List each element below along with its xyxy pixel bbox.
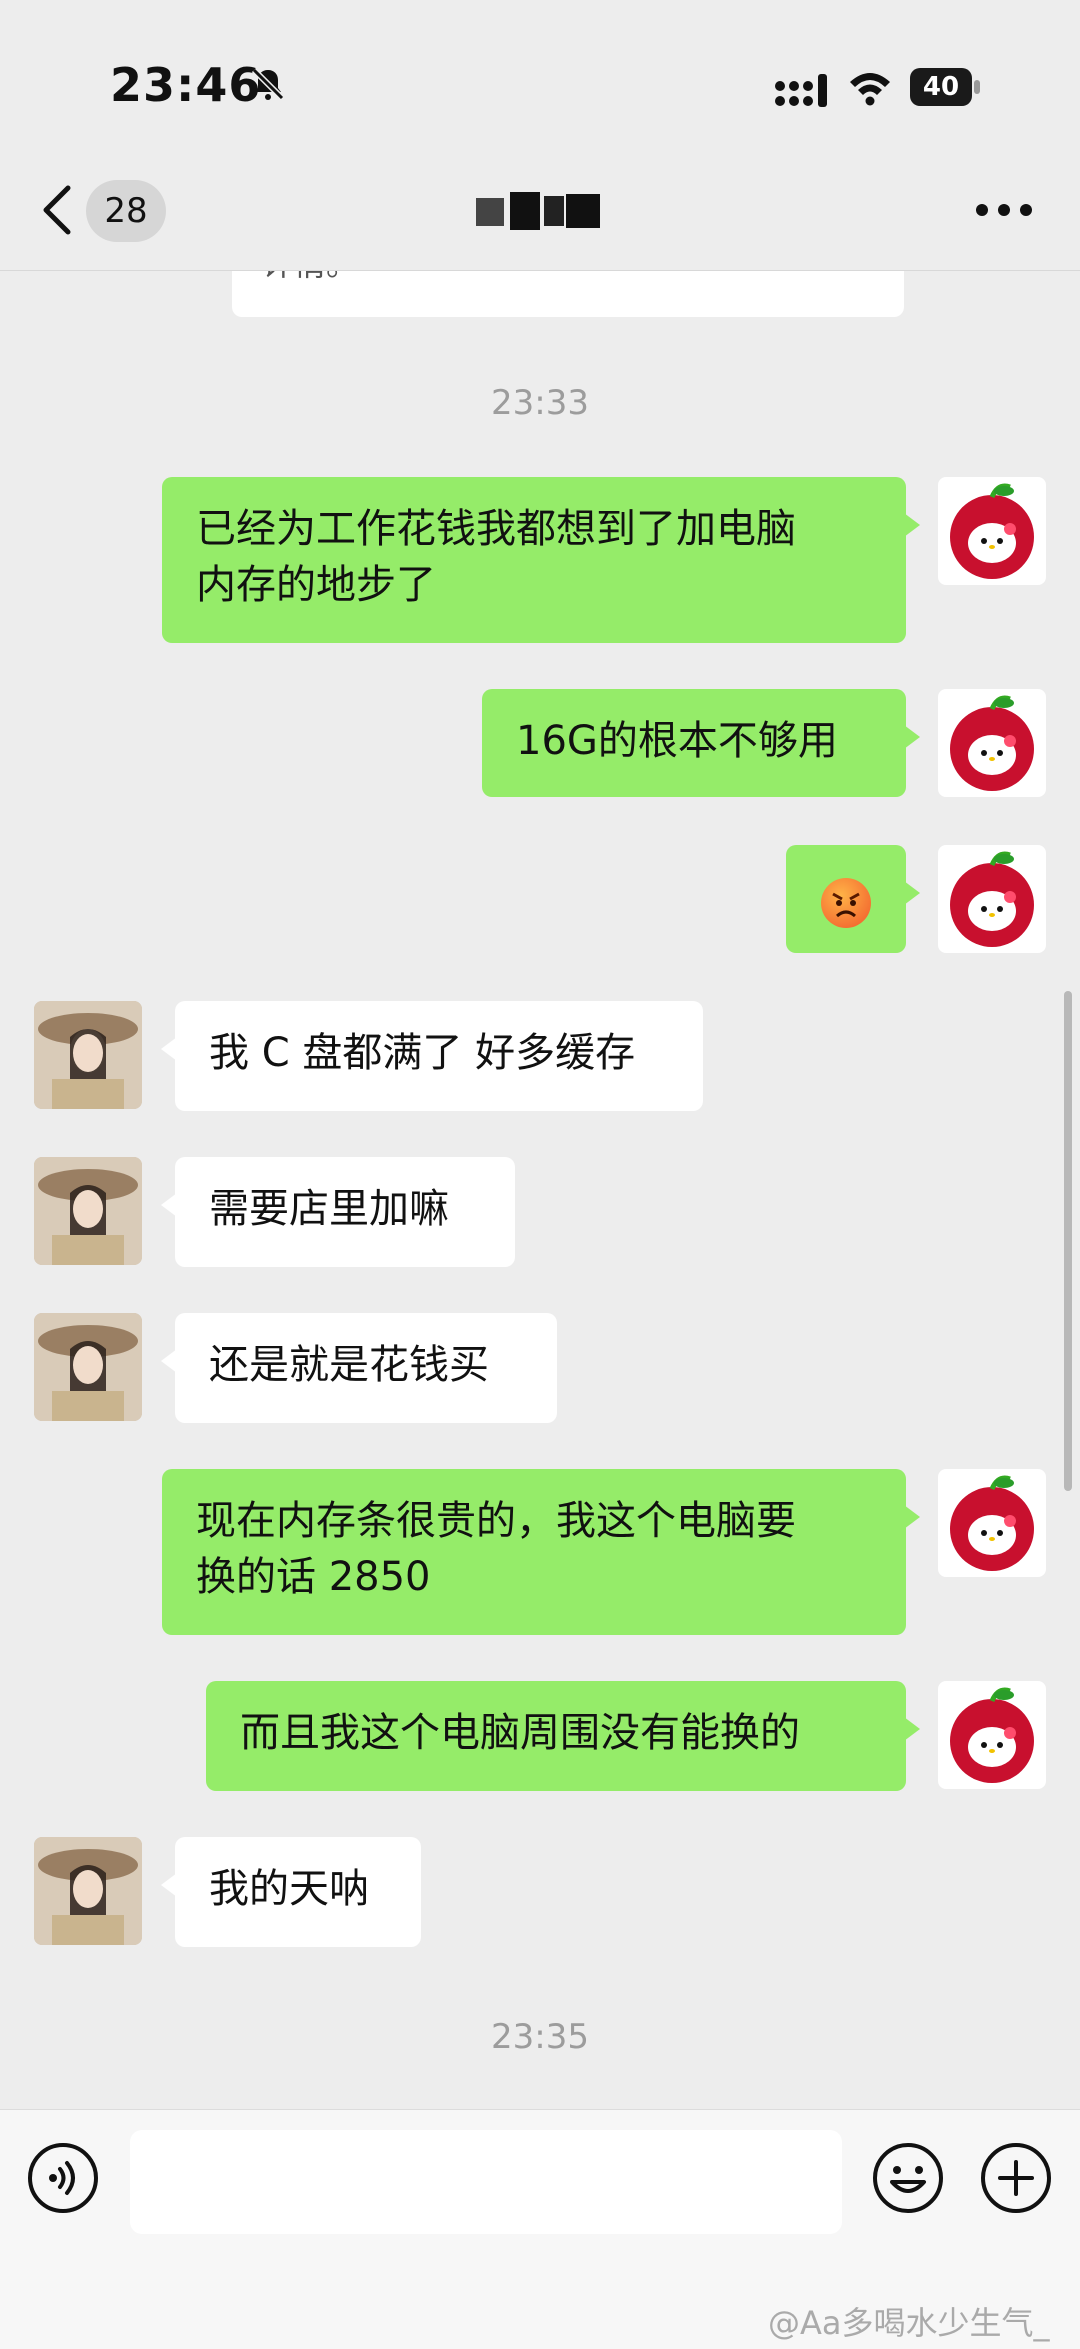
hello-kitty-apple-icon [950,1687,1034,1783]
message-bubble[interactable]: 而且我这个电脑周围没有能换的 [206,1681,920,1791]
chat-header: 28 [0,150,1080,271]
message-input[interactable] [130,2130,842,2234]
message-line: 还是就是花钱买 [209,1342,489,1388]
avatar[interactable] [34,1313,142,1421]
input-bar: @Aa多喝水少生气_ [0,2109,1080,2349]
message-line: 需要店里加嘛 [209,1186,449,1232]
message-bubble[interactable]: 现在内存条很贵的，我这个电脑要 换的话 2850 [162,1469,920,1635]
previous-message-text: 详情。 [262,271,358,285]
message-line: 而且我这个电脑周围没有能换的 [240,1710,800,1756]
message-row [0,845,1080,953]
avatar[interactable] [938,689,1046,797]
wifi-icon [850,73,890,106]
bell-slash-icon [251,67,285,101]
message-line: 内存的地步了 [196,562,436,608]
more-options-button[interactable] [976,204,1032,218]
redacted-name-block [476,192,600,230]
contact-photo-icon [34,1313,142,1421]
message-bubble[interactable]: 16G的根本不够用 [482,689,920,797]
message-line: 我的天呐 [209,1866,369,1912]
contact-photo-icon [34,1001,142,1109]
angry-face-emoji [821,878,871,928]
message-line: 已经为工作花钱我都想到了加电脑 [196,506,796,552]
contact-photo-icon [34,1837,142,1945]
hello-kitty-apple-icon [950,1475,1034,1571]
message-row: 16G的根本不够用 [0,689,1080,797]
avatar[interactable] [938,1681,1046,1789]
message-row: 已经为工作花钱我都想到了加电脑 内存的地步了 [0,477,1080,643]
message-line: 换的话 2850 [196,1554,431,1600]
unread-count-badge[interactable]: 28 [86,180,166,242]
contact-photo-icon [34,1157,142,1265]
message-row: 还是就是花钱买 [0,1313,1080,1423]
voice-icon[interactable] [27,2142,99,2214]
hello-kitty-apple-icon [950,851,1034,947]
avatar[interactable] [34,1001,142,1109]
message-row: 现在内存条很贵的，我这个电脑要 换的话 2850 [0,1469,1080,1635]
message-bubble[interactable]: 我的天呐 [161,1837,421,1947]
status-bar: 23:46 40 [0,0,1080,150]
avatar[interactable] [34,1837,142,1945]
chevron-left-icon[interactable] [38,184,78,236]
message-row: 需要店里加嘛 [0,1157,1080,1267]
avatar[interactable] [938,477,1046,585]
avatar[interactable] [938,1469,1046,1577]
message-row: 我 C 盘都满了 好多缓存 [0,1001,1080,1111]
hello-kitty-apple-icon [950,483,1034,579]
battery-indicator: 40 [910,68,982,108]
message-list[interactable]: 详情。 23:33 已经为工作花钱我都想到了加电脑 内存的地步了 16G的根本不… [0,271,1080,2109]
cellular-signal-icon [775,74,827,107]
message-line: 我 C 盘都满了 好多缓存 [209,1030,636,1076]
message-row: 我的天呐 [0,1837,1080,1947]
message-line: 16G的根本不够用 [516,718,838,764]
message-bubble[interactable]: 已经为工作花钱我都想到了加电脑 内存的地步了 [162,477,920,643]
message-bubble[interactable]: 我 C 盘都满了 好多缓存 [161,1001,703,1111]
watermark: @Aa多喝水少生气_ [768,2304,1050,2342]
previous-message-card[interactable]: 详情。 [232,271,904,317]
smiley-icon[interactable] [872,2142,944,2214]
timestamp: 23:35 [491,2017,589,2057]
message-row: 而且我这个电脑周围没有能换的 [0,1681,1080,1791]
status-time: 23:46 [110,58,262,112]
timestamp: 23:33 [491,383,589,423]
scrollbar[interactable] [1064,991,1072,1491]
avatar[interactable] [34,1157,142,1265]
hello-kitty-apple-icon [950,695,1034,791]
contact-name[interactable] [470,186,610,234]
message-bubble[interactable] [786,845,920,953]
message-line: 现在内存条很贵的，我这个电脑要 [196,1498,796,1544]
avatar[interactable] [938,845,1046,953]
plus-circle-icon[interactable] [980,2142,1052,2214]
battery-level: 40 [910,68,972,106]
message-bubble[interactable]: 需要店里加嘛 [161,1157,515,1267]
message-bubble[interactable]: 还是就是花钱买 [161,1313,557,1423]
